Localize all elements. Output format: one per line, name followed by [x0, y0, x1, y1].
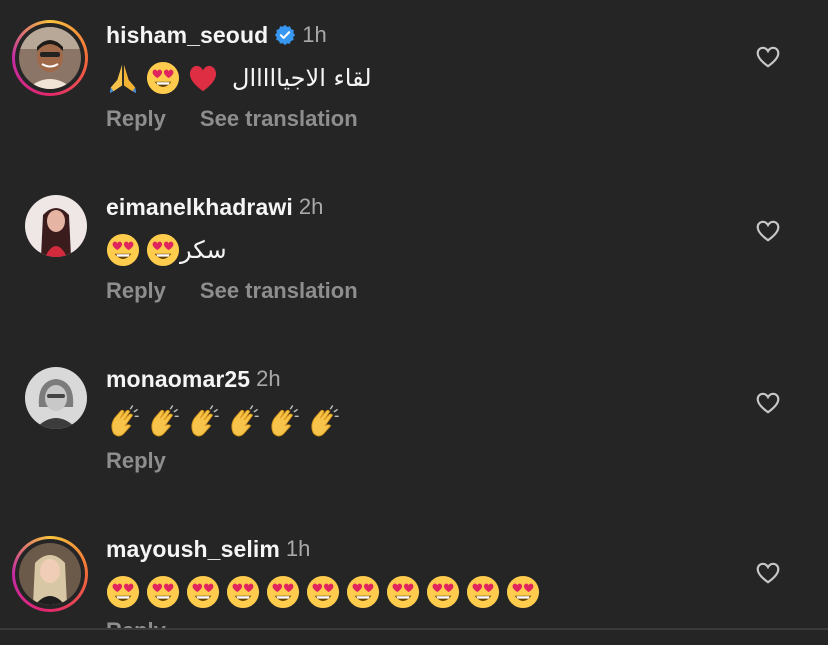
comment-text: سكر — [180, 236, 227, 264]
see-translation-button[interactable]: See translation — [200, 278, 358, 304]
heart-eyes-emoji-icon — [146, 233, 180, 267]
verified-badge-icon — [275, 24, 296, 46]
like-heart-icon[interactable] — [755, 560, 781, 586]
reply-button[interactable]: Reply — [106, 278, 166, 304]
red-heart-emoji-icon — [189, 65, 217, 92]
heart-eyes-emoji-icon — [266, 575, 300, 609]
avatar[interactable] — [25, 367, 87, 429]
heart-eyes-emoji-icon — [106, 233, 140, 267]
username[interactable]: eimanelkhadrawi — [106, 194, 293, 221]
comment-item: mayoush_selim 1h — [0, 532, 828, 630]
comment-item: eimanelkhadrawi 2h سكر Reply See transla… — [0, 190, 828, 320]
avatar-frame[interactable] — [24, 366, 88, 430]
comment-text: لقاء الاجيااااال — [232, 64, 372, 92]
bottom-area — [0, 630, 828, 645]
heart-eyes-emoji-icon — [346, 575, 380, 609]
timestamp: 1h — [302, 22, 327, 47]
folded-hands-emoji-icon — [109, 64, 137, 94]
username[interactable]: mayoush_selim — [106, 536, 280, 563]
reply-button[interactable]: Reply — [106, 106, 166, 132]
heart-eyes-emoji-icon — [426, 575, 460, 609]
timestamp: 2h — [298, 194, 324, 219]
heart-eyes-emoji-icon — [186, 575, 220, 609]
comment-body: لقاء الاجيااااال — [106, 58, 372, 98]
reply-button[interactable]: Reply — [106, 448, 166, 474]
heart-eyes-emoji-icon — [146, 575, 180, 609]
comment-body: سكر — [106, 230, 227, 270]
clapping-hands-emoji-icon — [311, 405, 339, 437]
clapping-hands-emoji-icon — [231, 405, 259, 437]
avatar-frame[interactable] — [24, 194, 88, 258]
avatar[interactable] — [19, 27, 81, 89]
like-heart-icon[interactable] — [755, 218, 781, 244]
comment-item: monaomar25 2h Reply — [0, 362, 828, 492]
see-translation-button[interactable]: See translation — [200, 106, 358, 132]
clapping-hands-emoji-icon — [151, 405, 179, 437]
heart-eyes-emoji-icon — [226, 575, 260, 609]
avatar[interactable] — [19, 543, 81, 605]
clapping-hands-emoji-icon — [191, 405, 219, 437]
clapping-hands-emoji-icon — [111, 405, 139, 437]
heart-eyes-emoji-icon — [306, 575, 340, 609]
timestamp: 1h — [285, 536, 311, 561]
like-heart-icon[interactable] — [755, 44, 781, 70]
avatar-story-ring[interactable] — [12, 536, 88, 612]
comment-body — [106, 572, 540, 612]
heart-eyes-emoji-icon — [146, 61, 180, 95]
heart-eyes-emoji-icon — [506, 575, 540, 609]
heart-eyes-emoji-icon — [386, 575, 420, 609]
comment-body — [106, 402, 340, 442]
clapping-hands-emoji-icon — [271, 405, 299, 437]
comment-item: hisham_seoud 1h لقاء الاجيااااال Reply S… — [0, 18, 828, 148]
timestamp: 2h — [256, 366, 281, 391]
username[interactable]: monaomar25 — [106, 366, 250, 393]
like-heart-icon[interactable] — [755, 390, 781, 416]
heart-eyes-emoji-icon — [466, 575, 500, 609]
avatar-story-ring[interactable] — [12, 20, 88, 96]
avatar[interactable] — [25, 195, 87, 257]
username[interactable]: hisham_seoud — [106, 22, 268, 49]
heart-eyes-emoji-icon — [106, 575, 140, 609]
